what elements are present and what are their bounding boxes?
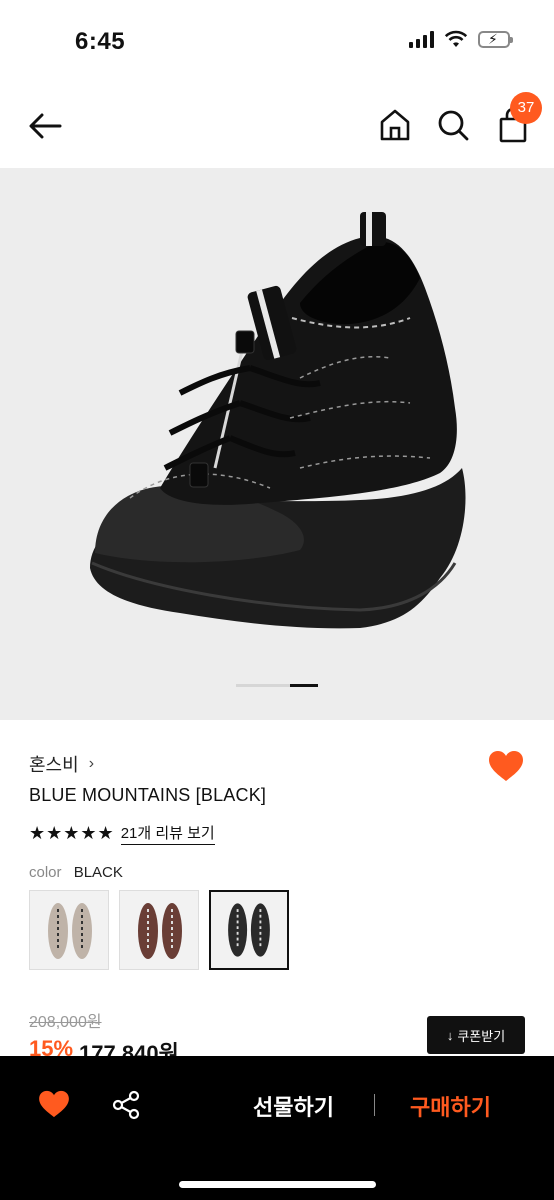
coupon-label: 쿠폰받기	[457, 1028, 506, 1044]
swatch-brown[interactable]	[119, 890, 199, 970]
brand-link[interactable]: 혼스비 ›	[29, 751, 94, 777]
top-nav	[0, 84, 554, 168]
rating-stars: ★★★★★	[29, 823, 115, 843]
color-value: BLACK	[73, 864, 123, 881]
status-bar: 6:45 ⚡	[0, 0, 554, 84]
product-title: BLUE MOUNTAINS [BLACK]	[29, 785, 267, 805]
status-time: 6:45	[75, 28, 126, 55]
swatch-beige[interactable]	[29, 890, 109, 970]
product-image[interactable]	[0, 168, 554, 720]
original-price: 208,000원	[29, 1014, 102, 1031]
coupon-button[interactable]: ↓ 쿠폰받기	[427, 1016, 525, 1054]
carousel-indicator	[236, 684, 318, 687]
gift-button[interactable]: 선물하기	[253, 1090, 334, 1122]
divider	[374, 1094, 375, 1116]
status-icons: ⚡	[409, 30, 513, 48]
home-icon[interactable]	[376, 106, 414, 144]
color-row: color BLACK	[29, 864, 123, 881]
carousel-dot	[236, 684, 290, 687]
color-swatches	[29, 890, 289, 970]
share-icon[interactable]	[111, 1090, 141, 1120]
search-icon[interactable]	[434, 106, 472, 144]
heart-icon[interactable]	[488, 750, 524, 782]
cart-count-badge: 37	[510, 92, 542, 124]
reviews-link[interactable]: 21개 리뷰 보기	[120, 822, 215, 845]
home-indicator	[179, 1181, 376, 1188]
rating-row: ★★★★★ 21개 리뷰 보기	[29, 822, 215, 845]
back-arrow-icon[interactable]	[26, 106, 66, 146]
carousel-dot-active	[290, 684, 318, 687]
buy-button[interactable]: 구매하기	[410, 1090, 491, 1122]
brand-name: 혼스비	[29, 755, 79, 775]
product-shoe-image	[90, 212, 466, 629]
swatch-black[interactable]	[209, 890, 289, 970]
download-icon: ↓	[446, 1027, 454, 1043]
chevron-right-icon: ›	[88, 755, 95, 772]
signal-icon	[409, 30, 434, 48]
color-label: color	[29, 864, 62, 881]
wifi-icon	[444, 30, 468, 47]
bottom-action-bar: 선물하기 구매하기	[0, 1056, 554, 1200]
battery-icon: ⚡	[478, 30, 513, 48]
heart-icon[interactable]	[38, 1090, 70, 1118]
